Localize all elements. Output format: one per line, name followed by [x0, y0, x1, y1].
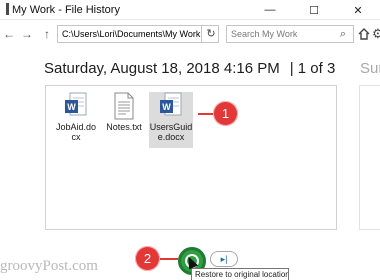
file-name: UsersGuide.docx	[149, 122, 193, 142]
gear-icon[interactable]: ⚙	[372, 25, 380, 43]
window-title-text: My Work - File History	[12, 4, 120, 16]
svg-text:W: W	[162, 102, 171, 112]
next-snapshot-label[interactable]: Sunc	[360, 60, 380, 77]
refresh-icon[interactable]: ↻	[203, 25, 219, 43]
search-icon[interactable]: ⌕	[334, 25, 352, 43]
snapshot-position: | 1 of 3	[289, 60, 336, 77]
svg-text:W: W	[67, 102, 76, 112]
next-snapshot-panel	[359, 85, 380, 230]
text-file-icon	[112, 92, 136, 120]
callout-badge: 1	[213, 101, 238, 126]
file-item[interactable]: Notes.txt	[102, 92, 146, 132]
callout-arrow	[160, 258, 178, 260]
back-button[interactable]: ←	[2, 25, 16, 43]
address-separator	[201, 25, 202, 43]
file-name: JobAid.docx	[55, 122, 97, 142]
next-version-button[interactable]: ▸|	[210, 251, 238, 267]
word-document-icon: W	[64, 92, 88, 120]
window-controls: — ☐ ✕	[248, 0, 380, 20]
close-button[interactable]: ✕	[336, 0, 380, 20]
minimize-button[interactable]: —	[248, 0, 292, 20]
snapshot-header: Saturday, August 18, 2018 4:16 PM | 1 of …	[44, 60, 335, 77]
app-icon	[6, 3, 9, 15]
callout-arrow	[198, 113, 214, 115]
snapshot-datetime: Saturday, August 18, 2018 4:16 PM	[44, 60, 280, 77]
restore-tooltip: Restore to original location.	[191, 268, 289, 280]
file-panel: W JobAid.docx Notes.txt W UsersGuide.doc…	[45, 85, 337, 230]
navigation-bar: ← → ↑ C:\Users\Lori\Documents\My Work ↻ …	[0, 20, 380, 48]
title-bar: My Work - File History — ☐ ✕	[0, 0, 380, 20]
home-icon[interactable]	[358, 25, 370, 43]
file-name: Notes.txt	[106, 122, 142, 132]
address-bar[interactable]: C:\Users\Lori\Documents\My Work	[57, 25, 219, 43]
up-button[interactable]: ↑	[40, 25, 54, 43]
watermark: groovyPost.com	[0, 258, 98, 274]
callout-badge: 2	[135, 246, 160, 271]
window-title: My Work - File History	[6, 3, 120, 16]
file-item-selected[interactable]: W UsersGuide.docx	[149, 92, 193, 148]
word-document-icon: W	[159, 92, 183, 120]
maximize-button[interactable]: ☐	[292, 0, 336, 20]
file-item[interactable]: W JobAid.docx	[54, 92, 98, 142]
forward-button[interactable]: →	[20, 25, 34, 43]
